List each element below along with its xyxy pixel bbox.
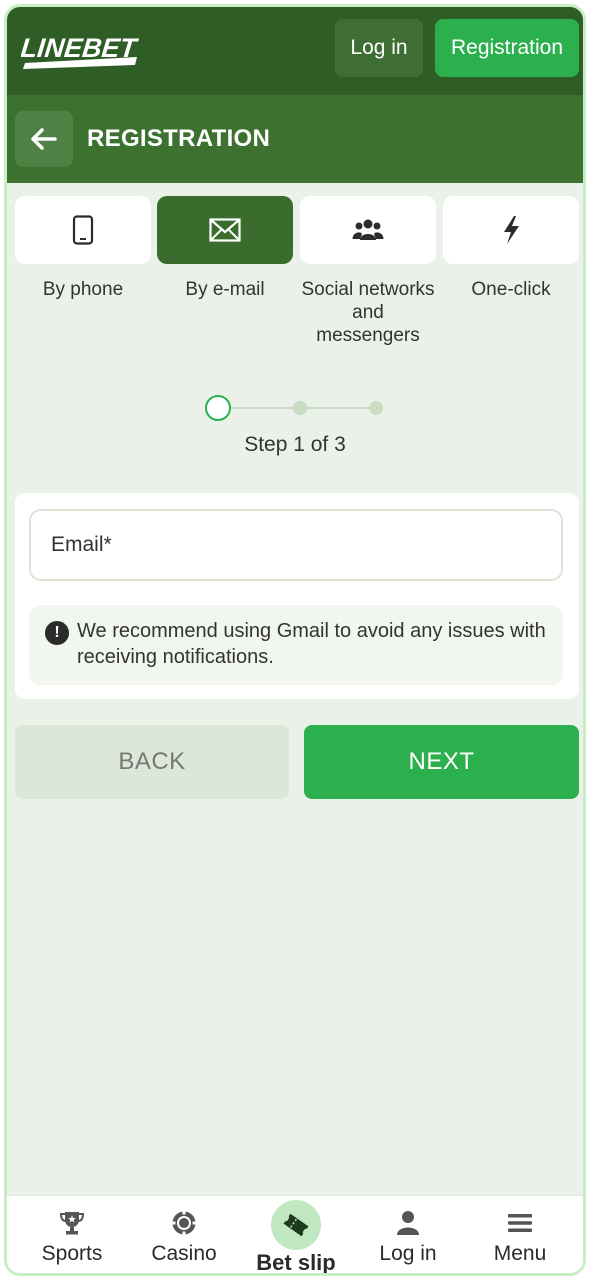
ticket-icon	[283, 1213, 309, 1237]
nav-bet-slip[interactable]: Bet slip	[241, 1196, 351, 1275]
method-label: By phone	[42, 279, 124, 300]
registration-titlebar: REGISTRATION	[7, 95, 583, 183]
casino-chip-icon	[171, 1210, 197, 1236]
method-tile[interactable]	[157, 196, 293, 264]
header-registration-button[interactable]: Registration	[435, 19, 579, 77]
step-connector	[231, 407, 301, 409]
nav-casino[interactable]: Casino	[129, 1196, 239, 1273]
nav-login[interactable]: Log in	[353, 1196, 463, 1273]
bet-slip-badge	[271, 1200, 321, 1250]
method-tile[interactable]	[300, 196, 436, 264]
method-label: Social networks and messengers	[301, 279, 435, 346]
lightning-icon	[504, 216, 519, 244]
method-one-click[interactable]: One-click	[443, 196, 579, 301]
nav-label: Bet slip	[256, 1250, 336, 1275]
email-form-card: ! We recommend using Gmail to avoid any …	[15, 493, 579, 699]
step-connector	[305, 407, 375, 409]
nav-label: Casino	[151, 1242, 217, 1265]
nav-sports[interactable]: Sports	[17, 1196, 127, 1273]
notice-text: We recommend using Gmail to avoid any is…	[77, 620, 546, 668]
header-login-button[interactable]: Log in	[335, 19, 423, 77]
step-dot	[293, 401, 307, 415]
arrow-left-icon	[31, 128, 57, 150]
page-title: REGISTRATION	[87, 125, 271, 152]
hamburger-menu-icon	[508, 1214, 532, 1232]
phone-icon	[72, 215, 94, 245]
method-tile[interactable]	[443, 196, 579, 264]
nav-label: Sports	[41, 1242, 103, 1265]
step-counter-text: Step 1 of 3	[244, 433, 346, 456]
back-arrow-button[interactable]	[15, 111, 73, 167]
method-social-networks[interactable]: Social networks and messengers	[300, 196, 436, 347]
app-frame: LINEBET Log in Registration REGISTRATION	[4, 4, 586, 1276]
gmail-recommendation-notice: ! We recommend using Gmail to avoid any …	[29, 605, 563, 685]
bottom-navigation: Sports Casino Bet slip Log in Menu	[7, 1195, 583, 1275]
method-by-email[interactable]: By e-mail	[157, 196, 293, 301]
users-icon	[352, 219, 384, 240]
trophy-icon	[59, 1212, 85, 1235]
method-tile[interactable]	[15, 196, 151, 264]
nav-label: Log in	[379, 1242, 437, 1265]
method-by-phone[interactable]: By phone	[15, 196, 151, 301]
step-dot	[369, 401, 383, 415]
step-progress	[205, 393, 389, 423]
nav-label: Menu	[493, 1242, 547, 1265]
linebet-logo[interactable]: LINEBET	[19, 27, 141, 71]
nav-menu[interactable]: Menu	[465, 1196, 575, 1273]
user-icon	[397, 1211, 419, 1235]
email-input[interactable]	[29, 509, 563, 581]
method-label: By e-mail	[185, 279, 265, 300]
next-button[interactable]: NEXT	[304, 725, 579, 799]
exclamation-icon: !	[45, 621, 69, 645]
top-header: LINEBET Log in Registration	[7, 7, 583, 95]
step-dot-current	[205, 395, 231, 421]
registration-methods: By phone By e-mail Social networks and m…	[15, 196, 579, 366]
envelope-icon	[209, 218, 241, 242]
back-button[interactable]: BACK	[15, 725, 289, 799]
method-label: One-click	[471, 279, 551, 300]
